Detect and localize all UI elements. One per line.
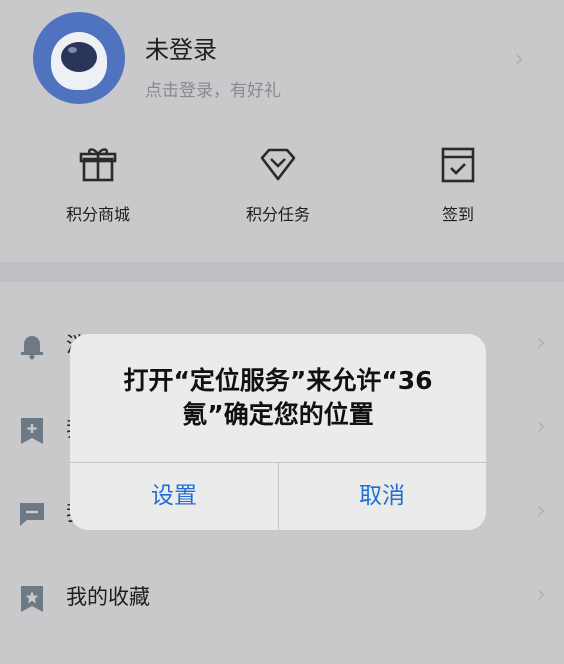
shortcut-label: 积分商城	[65, 205, 130, 224]
visor-glint	[68, 47, 77, 53]
chevron-right-icon: ›	[536, 580, 546, 608]
chevron-right-icon: ›	[514, 44, 525, 74]
menu-item-favorites[interactable]: 我的收藏 ›	[0, 556, 564, 640]
alert-message: 打开“定位服务”来允许“36 氪”确定您的位置	[94, 364, 462, 432]
username[interactable]: 未登录	[145, 30, 217, 65]
avatar[interactable]	[33, 12, 125, 104]
login-subtitle[interactable]: 点击登录，有好礼	[145, 76, 281, 101]
shortcut-label: 签到	[441, 205, 474, 224]
points-task-button[interactable]: 积分任务	[218, 146, 338, 225]
profile-header[interactable]: 未登录 点击登录，有好礼 ›	[0, 0, 564, 130]
menu-item-label: 我的收藏	[66, 585, 150, 609]
message-icon	[20, 503, 44, 526]
check-in-button[interactable]: 签到	[398, 146, 518, 225]
star-bookmark-icon	[21, 586, 43, 612]
bell-icon	[21, 336, 43, 360]
bookmark-plus-icon	[21, 418, 43, 444]
chevron-right-icon: ›	[536, 496, 546, 524]
alert-message-line: 氪”确定您的位置	[182, 400, 374, 429]
gift-icon	[79, 148, 117, 182]
cancel-button[interactable]: 取消	[278, 463, 486, 530]
chevron-right-icon: ›	[536, 328, 546, 356]
location-permission-alert: 打开“定位服务”来允许“36 氪”确定您的位置 设置 取消	[70, 334, 486, 530]
settings-button[interactable]: 设置	[70, 463, 278, 530]
calendar-check-icon	[441, 147, 475, 183]
diamond-icon	[260, 148, 296, 181]
points-mall-button[interactable]: 积分商城	[38, 146, 158, 225]
section-divider	[0, 262, 564, 282]
chevron-right-icon: ›	[536, 412, 546, 440]
shortcut-label: 积分任务	[245, 205, 310, 224]
astronaut-visor	[61, 42, 97, 72]
alert-message-line: 打开“定位服务”来允许“36	[123, 366, 433, 395]
